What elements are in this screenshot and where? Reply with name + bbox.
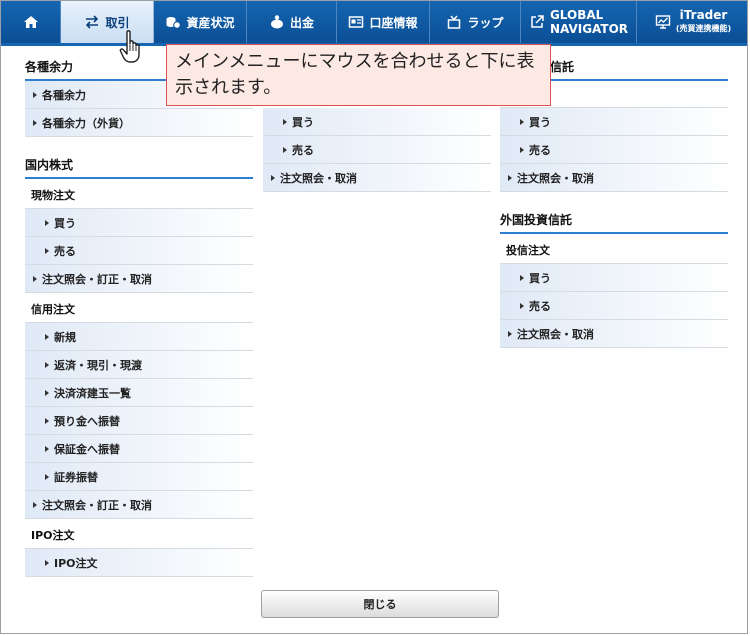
coins-icon xyxy=(165,14,182,30)
bullet-arrow-icon xyxy=(520,146,524,153)
bullet-arrow-icon xyxy=(45,417,49,424)
nav-global-navigator[interactable]: GLOBAL NAVIGATOR xyxy=(521,1,637,43)
bullet-arrow-icon xyxy=(283,118,287,125)
section-title-foreign-trust: 外国投資信託 xyxy=(500,206,728,234)
menu-item-buy[interactable]: 買う xyxy=(500,264,728,292)
chart-monitor-icon xyxy=(655,14,671,30)
menu-item-transfer-deposit[interactable]: 預り金へ振替 xyxy=(25,407,253,435)
section-title-domestic-stock: 国内株式 xyxy=(25,151,253,179)
subsection-trust-order: 投信注文 xyxy=(500,234,728,264)
nav-itrader-label: iTrader xyxy=(679,8,728,22)
menu-item-buy[interactable]: 買う xyxy=(500,108,728,136)
menu-item-ipo[interactable]: IPO注文 xyxy=(25,549,253,577)
nav-assets[interactable]: 資産状況 xyxy=(154,1,247,43)
piggy-icon xyxy=(269,14,285,30)
nav-withdraw-label: 出金 xyxy=(289,15,314,30)
nav-global-label: GLOBAL xyxy=(549,8,604,22)
nav-account-label: 口座情報 xyxy=(369,15,418,30)
nav-withdraw[interactable]: 出金 xyxy=(247,1,337,43)
menu-item-settled-list[interactable]: 決済済建玉一覧 xyxy=(25,379,253,407)
menu-item-sell[interactable]: 売る xyxy=(263,136,491,164)
menu-item-margin-foreign[interactable]: 各種余力（外貨） xyxy=(25,109,253,137)
close-button[interactable]: 閉じる xyxy=(261,590,499,618)
main-nav: 取引 資産状況 出金 口座情報 ラップ GLOBAL NAVIGATOR iTr… xyxy=(1,1,747,43)
gift-icon xyxy=(446,14,462,30)
nav-navigator-label: NAVIGATOR xyxy=(549,22,629,36)
nav-wrap[interactable]: ラップ xyxy=(430,1,521,43)
instruction-callout: メインメニューにマウスを合わせると下に表示されます。 xyxy=(166,44,551,106)
menu-item-sell[interactable]: 売る xyxy=(500,136,728,164)
hand-cursor-icon xyxy=(119,30,140,63)
menu-item-transfer-margin[interactable]: 保証金へ振替 xyxy=(25,435,253,463)
bullet-arrow-icon xyxy=(33,501,37,508)
nav-itrader-sub: (売買連携機能) xyxy=(675,24,732,33)
menu-item-sell[interactable]: 売る xyxy=(25,237,253,265)
nav-wrap-label: ラップ xyxy=(467,15,504,30)
menu-item-security-transfer[interactable]: 証券振替 xyxy=(25,463,253,491)
nav-account[interactable]: 口座情報 xyxy=(337,1,430,43)
menu-item-order-inquiry[interactable]: 注文照会・取消 xyxy=(263,164,491,192)
menu-column-2: 買う 売る 注文照会・取消 xyxy=(263,108,491,192)
nav-assets-label: 資産状況 xyxy=(186,15,235,30)
bullet-arrow-icon xyxy=(45,389,49,396)
menu-item-sell[interactable]: 売る xyxy=(500,292,728,320)
menu-column-1: 各種余力 各種余力 各種余力（外貨） 国内株式 現物注文 買う 売る 注文照会・… xyxy=(25,53,253,577)
menu-item-buy[interactable]: 買う xyxy=(263,108,491,136)
subsection-cash-order: 現物注文 xyxy=(25,179,253,209)
bullet-arrow-icon xyxy=(45,247,49,254)
bullet-arrow-icon xyxy=(45,473,49,480)
bullet-arrow-icon xyxy=(508,330,512,337)
nav-itrader[interactable]: iTrader (売買連携機能) xyxy=(637,1,747,43)
bullet-arrow-icon xyxy=(33,91,37,98)
menu-item-new[interactable]: 新規 xyxy=(25,323,253,351)
bullet-arrow-icon xyxy=(45,219,49,226)
card-icon xyxy=(348,14,364,30)
home-icon xyxy=(23,14,39,30)
subsection-margin-order: 信用注文 xyxy=(25,293,253,323)
bullet-arrow-icon xyxy=(520,274,524,281)
bullet-arrow-icon xyxy=(271,174,275,181)
nav-home[interactable] xyxy=(1,1,61,43)
bullet-arrow-icon xyxy=(33,275,37,282)
menu-item-repay[interactable]: 返済・現引・現渡 xyxy=(25,351,253,379)
subsection-ipo-order: IPO注文 xyxy=(25,519,253,549)
bullet-arrow-icon xyxy=(283,146,287,153)
bullet-arrow-icon xyxy=(45,445,49,452)
bullet-arrow-icon xyxy=(520,302,524,309)
menu-item-order-inquiry[interactable]: 注文照会・訂正・取消 xyxy=(25,265,253,293)
bullet-arrow-icon xyxy=(45,333,49,340)
menu-item-order-inquiry[interactable]: 注文照会・取消 xyxy=(500,320,728,348)
bullet-arrow-icon xyxy=(33,119,37,126)
bullet-arrow-icon xyxy=(508,174,512,181)
bullet-arrow-icon xyxy=(45,361,49,368)
menu-item-order-inquiry[interactable]: 注文照会・取消 xyxy=(500,164,728,192)
bullet-arrow-icon xyxy=(45,559,49,566)
menu-panel: 取引 資産状況 出金 口座情報 ラップ GLOBAL NAVIGATOR iTr… xyxy=(0,0,748,634)
nav-trade-label: 取引 xyxy=(105,15,130,30)
bullet-arrow-icon xyxy=(520,118,524,125)
exchange-icon xyxy=(84,14,100,30)
external-link-icon xyxy=(529,14,545,30)
menu-item-order-inquiry[interactable]: 注文照会・訂正・取消 xyxy=(25,491,253,519)
menu-item-buy[interactable]: 買う xyxy=(25,209,253,237)
